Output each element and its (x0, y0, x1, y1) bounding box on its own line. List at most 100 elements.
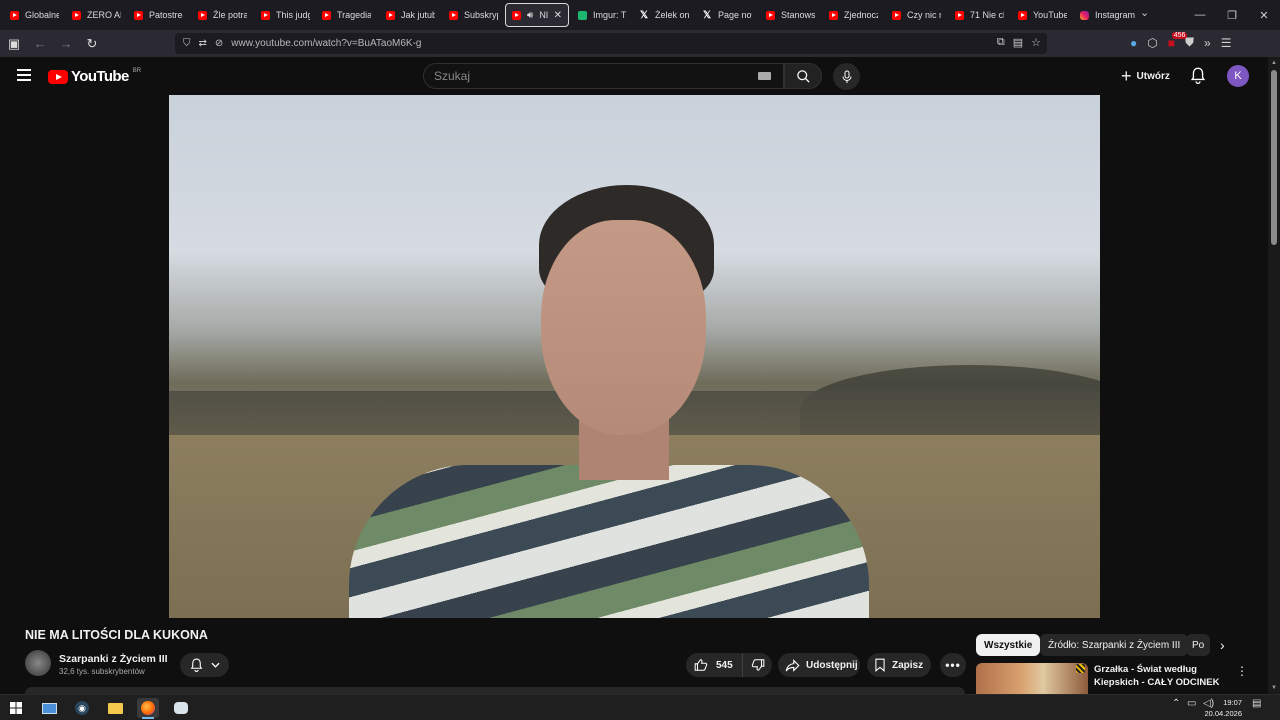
youtube-logo[interactable]: YouTube BR (48, 68, 141, 85)
picture-in-picture-icon[interactable]: ⧉ (997, 36, 1005, 49)
chip-related[interactable]: Po (1186, 634, 1210, 656)
browser-tab[interactable]: Czy nic n (886, 3, 949, 27)
forward-arrow-icon[interactable]: → (54, 33, 78, 55)
bookmark-star-icon[interactable]: ☆ (1031, 36, 1041, 49)
browser-tab[interactable]: 🔊︎ NIE ✕ (505, 3, 569, 27)
browser-tab-label: NIE (539, 10, 547, 20)
browser-tab-label: Instagram (1095, 10, 1136, 20)
chip-source-channel[interactable]: Źródło: Szarpanki z Życiem III (1040, 634, 1189, 656)
like-dislike-group: 545 (686, 653, 772, 677)
channel-avatar[interactable] (25, 650, 51, 676)
browser-tab[interactable]: Instagram (1074, 3, 1146, 27)
adblock-extension-icon[interactable]: ■ 456 (1168, 31, 1188, 50)
chip-all[interactable]: Wszystkie (976, 634, 1041, 656)
no-camera-icon[interactable]: ⊘ (215, 38, 223, 49)
channel-name[interactable]: Szarpanki z Życiem III (59, 653, 168, 665)
browser-tab[interactable]: 𝕏 Page not (697, 3, 760, 27)
scroll-down-arrow-icon[interactable]: ▼ (1271, 685, 1277, 691)
tab-audio-speaker-icon[interactable]: 🔊︎ (527, 10, 533, 21)
browser-tab[interactable]: ZERO ABS (66, 3, 129, 27)
windows-start-icon[interactable] (5, 698, 27, 718)
voice-search-button[interactable] (833, 63, 860, 90)
tab-close-icon[interactable]: ✕ (554, 10, 562, 21)
youtube-play-icon (48, 69, 68, 84)
instagram-favicon-icon (1080, 10, 1089, 20)
browser-tab-label: Imgur: Th (593, 10, 627, 20)
video-person-shirt (349, 465, 869, 618)
microphone-icon (842, 70, 851, 83)
dislike-button[interactable] (743, 658, 772, 672)
notification-center-icon[interactable]: ▤ (1252, 698, 1261, 709)
browser-tab[interactable]: Zjednocz (823, 3, 886, 27)
browser-tab-label: Page not (718, 10, 752, 20)
scrollbar-thumb[interactable] (1271, 70, 1277, 245)
address-bar[interactable]: ⛉ ⇄ ⊘ www.youtube.com/watch?v=BuATaoM6K-… (175, 33, 1047, 54)
browser-tab-label: Jak jutub (401, 10, 435, 20)
share-button[interactable]: Udostępnij (778, 653, 860, 677)
kebab-menu-icon[interactable]: ⋮ (1236, 664, 1248, 678)
browser-tab[interactable]: 𝕏 Żelek on (634, 3, 697, 27)
browser-tab-label: Czy nic n (907, 10, 941, 20)
firefox-icon[interactable] (137, 698, 159, 719)
reload-icon[interactable]: ↻ (80, 33, 104, 55)
plus-icon: + (1121, 66, 1132, 86)
youtube-favicon-icon (261, 10, 270, 20)
browser-tab[interactable]: Stanowsk (760, 3, 823, 27)
overflow-menu-icon[interactable]: » (1204, 36, 1211, 50)
browser-tab-label: This judge (276, 10, 310, 20)
save-button[interactable]: Zapisz (867, 653, 931, 677)
network-icon[interactable]: ▭ (1187, 698, 1196, 709)
scroll-up-arrow-icon[interactable]: ▲ (1271, 60, 1277, 66)
browser-tab[interactable]: 71 Nie ch (949, 3, 1012, 27)
tray-chevron-up-icon[interactable]: ⌃ (1172, 698, 1180, 709)
chevron-right-icon[interactable]: › (1220, 637, 1225, 653)
discord-like-app-icon[interactable] (170, 698, 192, 718)
youtube-favicon-icon (386, 10, 395, 20)
video-player[interactable] (169, 95, 1100, 618)
browser-tab[interactable]: Imgur: Th (572, 3, 635, 27)
search-input-box[interactable] (423, 63, 784, 89)
search-input[interactable] (434, 69, 734, 83)
description-box[interactable] (25, 687, 965, 694)
account-avatar[interactable]: K (1227, 65, 1249, 87)
browser-tab[interactable]: Tragedia (316, 3, 379, 27)
system-clock[interactable]: 19:07 20.04.2026 (1198, 697, 1242, 719)
browser-tab[interactable]: Subskryp (443, 3, 506, 27)
file-explorer-icon[interactable] (104, 698, 126, 718)
browser-tab-label: 71 Nie ch (970, 10, 1004, 20)
permissions-icon[interactable]: ⇄ (199, 38, 207, 49)
create-button[interactable]: + Utwórz (1117, 64, 1174, 88)
app-menu-icon[interactable]: ☰ (1221, 36, 1232, 50)
page-scrollbar[interactable]: ▲ ▼ (1268, 57, 1280, 694)
sidebar-toggle-icon[interactable]: ▣ (2, 33, 26, 55)
subscription-notifications-button[interactable] (180, 653, 229, 677)
steam-icon[interactable]: ◉ (71, 698, 93, 718)
tab-list-chevron-icon[interactable]: ⌄ (1140, 6, 1149, 19)
youtube-favicon-icon (892, 10, 901, 20)
reader-view-icon[interactable]: ▤ (1013, 36, 1023, 49)
browser-tab[interactable]: YouTube (1012, 3, 1075, 27)
like-button[interactable]: 545 (686, 653, 743, 677)
search-button[interactable] (784, 63, 822, 89)
browser-tab[interactable]: Globalne (4, 3, 67, 27)
browser-tab[interactable]: Patostrea (128, 3, 191, 27)
restore-icon[interactable]: ❐ (1216, 0, 1248, 30)
url-text[interactable]: www.youtube.com/watch?v=BuATaoM6K-g (231, 38, 421, 49)
back-arrow-icon[interactable]: ← (28, 33, 52, 55)
youtube-favicon-icon (955, 10, 964, 20)
extensions-puzzle-icon[interactable]: ⬡ (1147, 36, 1157, 50)
browser-tab[interactable]: Jak jutub (380, 3, 443, 27)
youtube-header: YouTube BR + Utwórz K (0, 57, 1268, 95)
recommendation-thumbnail[interactable] (976, 663, 1088, 694)
more-actions-button[interactable]: ••• (940, 653, 966, 677)
monitor-app-icon[interactable] (38, 698, 60, 718)
guide-menu-icon[interactable] (17, 69, 31, 84)
vpn-extension-icon[interactable]: ● (1130, 36, 1137, 50)
browser-tab[interactable]: Źle potrał (192, 3, 255, 27)
close-window-icon[interactable]: ✕ (1248, 0, 1280, 30)
minimize-icon[interactable]: — (1184, 0, 1216, 30)
keyboard-icon[interactable] (758, 72, 771, 80)
browser-tab[interactable]: This judge (255, 3, 318, 27)
shield-icon[interactable]: ⛉ (183, 38, 191, 49)
notifications-bell-icon[interactable] (1190, 67, 1206, 89)
